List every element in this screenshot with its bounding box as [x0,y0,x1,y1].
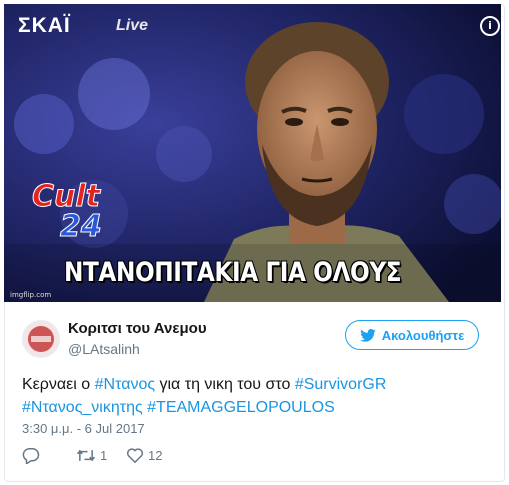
user-handle[interactable]: @LAtsalinh [68,341,140,357]
tweet-text: Κερναει ο #Ντανος για τη νικη του στο #S… [22,373,482,419]
tweet-media-image[interactable]: ΣΚΑΪ Live i Cult 24 ΝΤΑΝΟΠΙΤΑΚΙΑ ΓΙΑ ΟΛΟ… [4,4,501,302]
show-logo: Cult 24 [32,179,103,241]
tweet-text-prefix: Κερναει ο [22,376,95,393]
reply-button[interactable] [22,447,76,464]
meme-caption: ΝΤΑΝΟΠΙΤΑΚΙΑ ΓΙΑ ΟΛΟΥΣ [64,257,402,288]
live-label: Live [116,17,149,34]
display-name[interactable]: Κοριτσι του Ανεμου [68,320,207,337]
tweet-timestamp[interactable]: 3:30 μ.μ. - 6 Jul 2017 [22,421,145,436]
info-icon[interactable]: i [480,16,500,36]
retweet-icon [76,449,96,462]
hashtag-ntanos-nikitis[interactable]: #Ντανος_νικητης [22,399,143,416]
hashtag-survivorgr[interactable]: #SurvivorGR [295,376,387,393]
hashtag-teamaggelopoulos[interactable]: #TEAMAGGELOPOULOS [147,399,335,416]
follow-button[interactable]: Ακολουθήστε [345,320,479,350]
avatar[interactable] [22,320,60,358]
heart-icon [126,448,144,464]
retweet-count: 1 [100,448,108,463]
follow-button-label: Ακολουθήστε [381,327,465,343]
twitter-bird-icon [359,328,376,342]
retweet-button[interactable]: 1 [76,448,126,463]
tweet-text-middle: για τη νικη του στο [155,376,295,393]
svg-text:24: 24 [60,209,102,240]
hashtag-ntanos[interactable]: #Ντανος [95,376,155,393]
channel-logo: ΣΚΑΪ [18,14,71,37]
watermark: imgflip.com [10,291,52,299]
reply-icon [22,447,40,464]
tweet-actions: 1 12 [22,447,162,464]
like-button[interactable]: 12 [126,447,162,464]
like-count: 12 [148,448,163,463]
